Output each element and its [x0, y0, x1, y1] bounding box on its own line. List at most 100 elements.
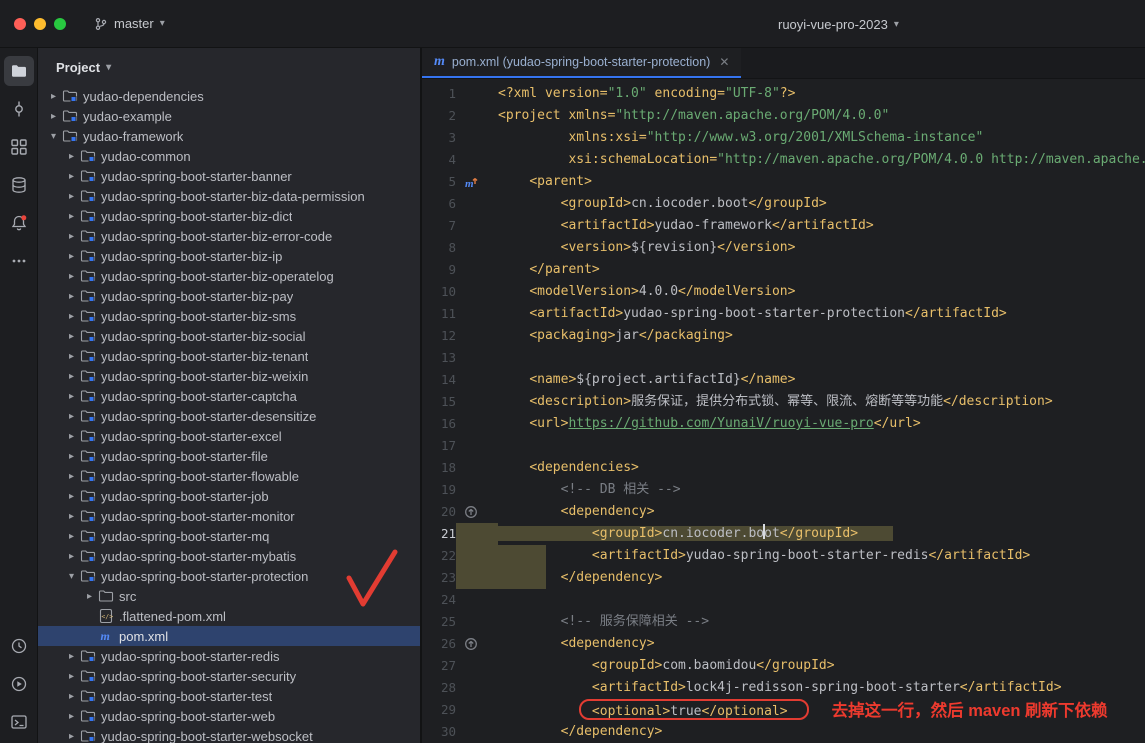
tree-item-yudao-spring-boot-starter-mybatis[interactable]: ▸yudao-spring-boot-starter-mybatis	[38, 546, 420, 566]
code-line[interactable]: 4 xsi:schemaLocation="http://maven.apach…	[422, 149, 1145, 171]
chevron-right-icon[interactable]: ▸	[64, 211, 79, 222]
chevron-right-icon[interactable]: ▸	[64, 331, 79, 342]
notifications-tool-button[interactable]	[4, 208, 34, 238]
zoom-window-button[interactable]	[54, 18, 66, 30]
tree-item-yudao-common[interactable]: ▸yudao-common	[38, 146, 420, 166]
tab-close-icon[interactable]: ✕	[719, 55, 729, 69]
chevron-right-icon[interactable]: ▸	[46, 91, 61, 102]
chevron-right-icon[interactable]: ▸	[64, 171, 79, 182]
chevron-right-icon[interactable]: ▸	[64, 151, 79, 162]
code-line[interactable]: 30 </dependency>	[422, 721, 1145, 743]
editor-tab-pom-xml[interactable]: m pom.xml (yudao-spring-boot-starter-pro…	[422, 48, 741, 78]
tree-item-yudao-example[interactable]: ▸yudao-example	[38, 106, 420, 126]
close-window-button[interactable]	[14, 18, 26, 30]
code-line[interactable]: 15 <description>服务保证，提供分布式锁、幂等、限流、熔断等等功能…	[422, 391, 1145, 413]
chevron-right-icon[interactable]: ▸	[46, 111, 61, 122]
code-line[interactable]: 23 </dependency>	[422, 567, 1145, 589]
tree-item-yudao-spring-boot-starter-test[interactable]: ▸yudao-spring-boot-starter-test	[38, 686, 420, 706]
code-line[interactable]: 12 <packaging>jar</packaging>	[422, 325, 1145, 347]
chevron-right-icon[interactable]: ▸	[64, 511, 79, 522]
tree-item-yudao-spring-boot-starter-protection[interactable]: ▾yudao-spring-boot-starter-protection	[38, 566, 420, 586]
code-line[interactable]: 25 <!-- 服务保障相关 -->	[422, 611, 1145, 633]
chevron-right-icon[interactable]: ▸	[64, 371, 79, 382]
chevron-right-icon[interactable]: ▸	[64, 651, 79, 662]
code-line[interactable]: 3 xmlns:xsi="http://www.w3.org/2001/XMLS…	[422, 127, 1145, 149]
tree-item-yudao-spring-boot-starter-biz-pay[interactable]: ▸yudao-spring-boot-starter-biz-pay	[38, 286, 420, 306]
chevron-right-icon[interactable]: ▸	[64, 311, 79, 322]
code-line[interactable]: 29 <optional>true</optional>去掉这一行，然后 mav…	[422, 699, 1145, 721]
project-name-widget[interactable]: ruoyi-vue-pro-2023 ▾	[778, 0, 899, 48]
chevron-right-icon[interactable]: ▸	[64, 491, 79, 502]
code-line[interactable]: 26 <dependency>	[422, 633, 1145, 655]
tree-item-yudao-spring-boot-starter-mq[interactable]: ▸yudao-spring-boot-starter-mq	[38, 526, 420, 546]
tree-item-yudao-dependencies[interactable]: ▸yudao-dependencies	[38, 86, 420, 106]
tree-item-pom.xml[interactable]: mpom.xml	[38, 626, 420, 646]
tree-item-src[interactable]: ▸src	[38, 586, 420, 606]
maven-gutter-icon[interactable]: m	[461, 171, 481, 193]
tree-item-yudao-spring-boot-starter-flowable[interactable]: ▸yudao-spring-boot-starter-flowable	[38, 466, 420, 486]
chevron-down-icon[interactable]: ▾	[64, 571, 79, 582]
code-line[interactable]: 27 <groupId>com.baomidou</groupId>	[422, 655, 1145, 677]
tree-item-yudao-spring-boot-starter-biz-social[interactable]: ▸yudao-spring-boot-starter-biz-social	[38, 326, 420, 346]
dep-gutter-icon[interactable]	[461, 633, 481, 655]
code-line[interactable]: 1<?xml version="1.0" encoding="UTF-8"?>	[422, 83, 1145, 105]
code-line[interactable]: 10 <modelVersion>4.0.0</modelVersion>	[422, 281, 1145, 303]
code-line[interactable]: 21 <groupId>cn.iocoder.boot</groupId>	[422, 523, 1145, 545]
tree-item-yudao-spring-boot-starter-job[interactable]: ▸yudao-spring-boot-starter-job	[38, 486, 420, 506]
chevron-right-icon[interactable]: ▸	[64, 191, 79, 202]
chevron-right-icon[interactable]: ▸	[64, 691, 79, 702]
chevron-right-icon[interactable]: ▸	[64, 731, 79, 742]
structure-tool-button[interactable]	[4, 132, 34, 162]
chevron-right-icon[interactable]: ▸	[64, 671, 79, 682]
tree-item-yudao-spring-boot-starter-websocket[interactable]: ▸yudao-spring-boot-starter-websocket	[38, 726, 420, 743]
code-line[interactable]: 24	[422, 589, 1145, 611]
code-line[interactable]: 6 <groupId>cn.iocoder.boot</groupId>	[422, 193, 1145, 215]
chevron-right-icon[interactable]: ▸	[64, 391, 79, 402]
tree-item-yudao-spring-boot-starter-biz-tenant[interactable]: ▸yudao-spring-boot-starter-biz-tenant	[38, 346, 420, 366]
code-line[interactable]: 11 <artifactId>yudao-spring-boot-starter…	[422, 303, 1145, 325]
tree-item-yudao-spring-boot-starter-biz-operatelog[interactable]: ▸yudao-spring-boot-starter-biz-operatelo…	[38, 266, 420, 286]
tree-item-yudao-spring-boot-starter-file[interactable]: ▸yudao-spring-boot-starter-file	[38, 446, 420, 466]
tree-item-yudao-framework[interactable]: ▾yudao-framework	[38, 126, 420, 146]
code-line[interactable]: 7 <artifactId>yudao-framework</artifactI…	[422, 215, 1145, 237]
dep-gutter-icon[interactable]	[461, 501, 481, 523]
git-branch-widget[interactable]: master ▾	[86, 12, 173, 35]
code-line[interactable]: 16 <url>https://github.com/YunaiV/ruoyi-…	[422, 413, 1145, 435]
tree-item-yudao-spring-boot-starter-biz-data-permission[interactable]: ▸yudao-spring-boot-starter-biz-data-perm…	[38, 186, 420, 206]
tree-item-yudao-spring-boot-starter-redis[interactable]: ▸yudao-spring-boot-starter-redis	[38, 646, 420, 666]
tree-item-yudao-spring-boot-starter-biz-error-code[interactable]: ▸yudao-spring-boot-starter-biz-error-cod…	[38, 226, 420, 246]
code-line[interactable]: 9 </parent>	[422, 259, 1145, 281]
code-line[interactable]: 13	[422, 347, 1145, 369]
code-area[interactable]: 1<?xml version="1.0" encoding="UTF-8"?>2…	[422, 79, 1145, 743]
tree-item-yudao-spring-boot-starter-biz-ip[interactable]: ▸yudao-spring-boot-starter-biz-ip	[38, 246, 420, 266]
run-tool-button[interactable]	[4, 669, 34, 699]
code-line[interactable]: 5m <parent>	[422, 171, 1145, 193]
history-tool-button[interactable]	[4, 631, 34, 661]
tree-item-yudao-spring-boot-starter-excel[interactable]: ▸yudao-spring-boot-starter-excel	[38, 426, 420, 446]
code-line[interactable]: 18 <dependencies>	[422, 457, 1145, 479]
tree-item-yudao-spring-boot-starter-captcha[interactable]: ▸yudao-spring-boot-starter-captcha	[38, 386, 420, 406]
tree-item-yudao-spring-boot-starter-biz-dict[interactable]: ▸yudao-spring-boot-starter-biz-dict	[38, 206, 420, 226]
chevron-right-icon[interactable]: ▸	[64, 411, 79, 422]
code-line[interactable]: 8 <version>${revision}</version>	[422, 237, 1145, 259]
chevron-right-icon[interactable]: ▸	[64, 231, 79, 242]
chevron-right-icon[interactable]: ▸	[64, 431, 79, 442]
chevron-right-icon[interactable]: ▸	[64, 711, 79, 722]
tree-item-yudao-spring-boot-starter-desensitize[interactable]: ▸yudao-spring-boot-starter-desensitize	[38, 406, 420, 426]
code-line[interactable]: 19 <!-- DB 相关 -->	[422, 479, 1145, 501]
tree-item-yudao-spring-boot-starter-monitor[interactable]: ▸yudao-spring-boot-starter-monitor	[38, 506, 420, 526]
chevron-right-icon[interactable]: ▸	[64, 291, 79, 302]
chevron-right-icon[interactable]: ▸	[64, 351, 79, 362]
url-link[interactable]: https://github.com/YunaiV/ruoyi-vue-pro	[568, 416, 873, 431]
project-tool-button[interactable]	[4, 56, 34, 86]
code-line[interactable]: 2<project xmlns="http://maven.apache.org…	[422, 105, 1145, 127]
tree-item-yudao-spring-boot-starter-biz-sms[interactable]: ▸yudao-spring-boot-starter-biz-sms	[38, 306, 420, 326]
code-line[interactable]: 22 <artifactId>yudao-spring-boot-starter…	[422, 545, 1145, 567]
chevron-right-icon[interactable]: ▸	[64, 451, 79, 462]
chevron-down-icon[interactable]: ▾	[46, 131, 61, 142]
chevron-right-icon[interactable]: ▸	[64, 471, 79, 482]
tree-item-yudao-spring-boot-starter-security[interactable]: ▸yudao-spring-boot-starter-security	[38, 666, 420, 686]
code-line[interactable]: 17	[422, 435, 1145, 457]
chevron-right-icon[interactable]: ▸	[64, 531, 79, 542]
more-tool-button[interactable]	[4, 246, 34, 276]
